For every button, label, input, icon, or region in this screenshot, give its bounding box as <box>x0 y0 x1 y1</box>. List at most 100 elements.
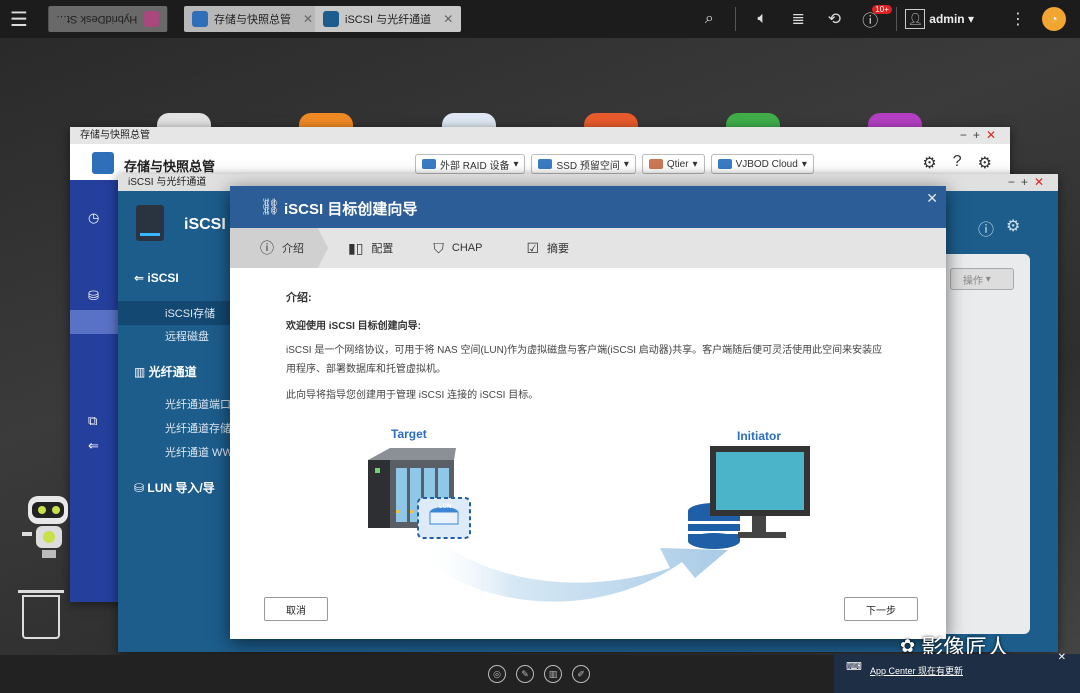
window-titlebar[interactable]: 存储与快照总管 −+✕ <box>70 127 1010 144</box>
dialog-header: ⛓ iSCSI 目标创建向导 ✕ <box>230 186 946 228</box>
recycle-bin-icon[interactable] <box>18 590 64 639</box>
tab-hybriddesk[interactable]: HybridDesk St… <box>48 6 168 32</box>
next-button[interactable]: 下一步 <box>844 597 918 621</box>
sidebar-item-iscsi-storage[interactable]: iSCSI存储 <box>118 301 230 325</box>
notifications-icon[interactable]: ⓘ 10+ <box>852 0 892 38</box>
tab-storage-manager[interactable]: 存储与快照总管 ✕ <box>184 6 322 32</box>
storage-app-icon <box>192 11 208 27</box>
initiator-label: Initiator <box>737 429 781 443</box>
cloud-icon <box>717 159 732 169</box>
step-label: CHAP <box>451 242 483 254</box>
sidebar-item-label: 光纤通道端口 <box>165 399 231 411</box>
actions-dropdown[interactable]: 操作 ▾ <box>950 268 1014 290</box>
background-tasks-icon[interactable]: ≣ <box>780 0 816 38</box>
sidebar-item-label: 光纤通道存储 <box>165 423 231 435</box>
close-icon[interactable]: ✕ <box>443 12 453 26</box>
iscsi-wizard-icon: ⛓ <box>260 199 281 216</box>
robot-mascot-icon[interactable] <box>22 492 74 562</box>
sidebar-item-fc-wwpn[interactable]: 光纤通道 WW <box>165 444 233 460</box>
external-devices-icon[interactable]: ⟲ <box>816 0 852 38</box>
user-avatar-icon[interactable]: 👤︎ <box>905 9 926 29</box>
message-icon: ⌨ <box>846 661 862 673</box>
sidebar-item-active[interactable] <box>70 310 118 334</box>
target-label: Target <box>391 427 427 441</box>
dashboard-gauge-icon[interactable]: ◔ <box>1042 7 1066 31</box>
more-icon[interactable]: ⋮ <box>1000 0 1036 38</box>
close-icon[interactable]: ✕ <box>926 190 938 207</box>
sidebar-item-label: iSCSI <box>147 271 179 285</box>
snapshot-tool-icon[interactable]: ⚙︎ <box>922 153 936 173</box>
tab-iscsi[interactable]: iSCSI 与光纤通道 ✕ <box>315 6 462 32</box>
sidebar-item-label: iSCSI存储 <box>165 308 216 320</box>
sidebar-item-lun-import[interactable]: ⛁ LUN 导入/导 <box>134 479 215 496</box>
window-title: 存储与快照总管 <box>80 130 150 141</box>
divider <box>896 7 898 31</box>
tab-label: 存储与快照总管 <box>214 14 291 26</box>
link-icon: ⬖ <box>540 542 551 558</box>
wizard-steps: ⓘ 介绍 ▮▯ 配置 ⛉ CHAP ☑ 摘要 <box>230 228 946 268</box>
notes-icon[interactable]: ✐ <box>572 665 590 683</box>
main-menu-icon[interactable]: ☰ <box>0 0 38 38</box>
shield-icon: ⛉ <box>433 239 444 256</box>
vjbod-cloud-button[interactable]: VJBOD Cloud ▾ <box>710 154 814 174</box>
app-name: iSCSI <box>184 216 226 233</box>
close-icon[interactable]: ✕ <box>303 12 313 26</box>
iscsi-nav-icon[interactable]: ⇐ <box>88 438 99 454</box>
window-title: iSCSI 与光纤通道 <box>128 177 207 188</box>
storage-icon[interactable]: ⛁ <box>88 288 99 304</box>
step-chap: ⛉ CHAP <box>433 228 482 268</box>
settings-icon[interactable]: ⚙ <box>1006 216 1020 240</box>
close-icon[interactable]: ✕ <box>1058 652 1066 663</box>
iscsi-app-icon <box>323 11 339 27</box>
ssd-icon <box>538 159 553 169</box>
sidebar-item-label: 远程磁盘 <box>165 331 209 343</box>
step-summary: ☑ 摘要 <box>526 228 569 268</box>
storage-logo-icon <box>92 152 114 174</box>
summary-icon: ☑ <box>526 239 540 256</box>
step-label: 配置 <box>371 243 394 255</box>
protocol-text: iSCSI <box>555 542 593 559</box>
iscsi-logo-icon <box>136 205 164 241</box>
info-icon: ⓘ <box>260 240 274 256</box>
external-raid-button[interactable]: 外部 RAID 设备 ▾ <box>415 154 526 174</box>
notification-toast[interactable]: ⌨ App Center 现在有更新 ✕ <box>834 652 1080 693</box>
button-label: 外部 RAID 设备 <box>440 160 510 172</box>
snapshot-icon[interactable]: ⧉ <box>88 413 97 429</box>
step-label: 介绍 <box>282 243 304 255</box>
help-icon[interactable]: ⓘ <box>978 216 994 240</box>
sidebar-item-label: LUN 导入/导 <box>147 481 215 495</box>
user-menu[interactable]: admin ▾ <box>929 12 974 26</box>
button-label: SSD 预留空间 <box>556 160 620 172</box>
ssd-overprovision-button[interactable]: SSD 预留空间 ▾ <box>531 154 636 174</box>
storage-sidebar: ◷ ⛁ ⧉ ⇐ <box>70 180 118 602</box>
step-label: 摘要 <box>547 243 570 255</box>
raid-icon <box>422 159 436 169</box>
lun-label: LUN <box>439 504 452 510</box>
volume-icon[interactable]: 🔈︎ <box>744 0 780 38</box>
qsync-icon[interactable]: ◎ <box>488 665 506 683</box>
tools-icon[interactable]: ✎ <box>516 665 534 683</box>
sidebar-item-iscsi[interactable]: ⇐ iSCSI <box>134 271 179 285</box>
window-controls[interactable]: −+✕ <box>1008 174 1050 191</box>
qtier-button[interactable]: Qtier ▾ <box>641 154 705 174</box>
hybriddesk-icon <box>143 11 160 27</box>
divider <box>735 7 737 31</box>
help-icon[interactable]: ? <box>953 153 962 173</box>
sidebar-item-fibre-channel[interactable]: ▥ 光纤通道 <box>134 363 197 380</box>
search-icon[interactable]: ⌕ <box>691 0 727 38</box>
windows-icon[interactable]: ▥ <box>544 665 562 683</box>
iscsi-wizard-dialog: ⛓ iSCSI 目标创建向导 ✕ ⓘ 介绍 ▮▯ 配置 ⛉ CHAP ☑ 摘要 … <box>230 186 946 639</box>
sidebar-item-fc-storage[interactable]: 光纤通道存储 <box>165 420 231 436</box>
cancel-button[interactable]: 取消 <box>264 597 328 621</box>
tab-label: HybridDesk St… <box>56 13 138 25</box>
sidebar-item-remote-disk[interactable]: 远程磁盘 <box>165 328 209 344</box>
sidebar-item-fc-ports[interactable]: 光纤通道端口 <box>165 396 231 412</box>
config-icon: ▮▯ <box>348 239 364 256</box>
overview-icon[interactable]: ◷ <box>88 210 99 226</box>
window-controls[interactable]: −+✕ <box>960 127 1002 144</box>
sidebar-item-label: 光纤通道 WW <box>165 447 233 459</box>
notification-link[interactable]: App Center 现在有更新 <box>870 664 963 677</box>
app-name: 存储与快照总管 <box>124 159 216 174</box>
qtier-icon <box>648 159 663 169</box>
settings-icon[interactable]: ⚙ <box>978 153 992 173</box>
